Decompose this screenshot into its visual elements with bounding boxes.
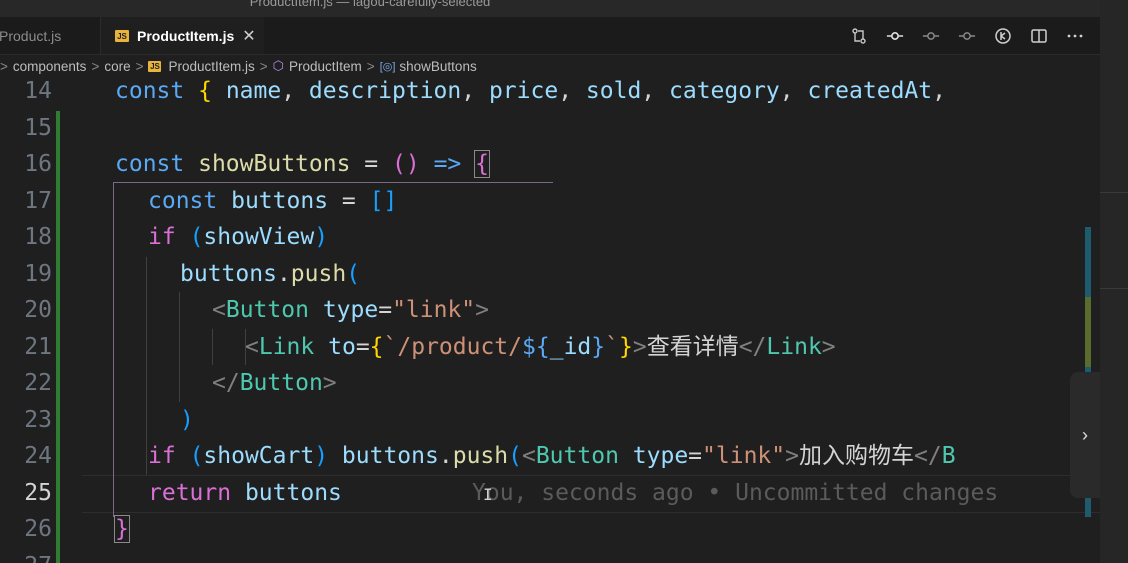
tab-bar: Product.js JS ProductItem.js ✕: [0, 17, 1100, 55]
js-file-icon: JS: [148, 60, 162, 72]
line-number: 22: [24, 370, 52, 396]
title-bar: ProductItem.js — lagou-carefully-selecte…: [0, 0, 1100, 17]
tab-product-js[interactable]: Product.js: [0, 17, 101, 54]
code-line: 27: [0, 548, 1100, 563]
code-text: const { name, description, price, sold, …: [115, 78, 946, 104]
tab-productitem-js[interactable]: JS ProductItem.js ✕: [101, 17, 264, 54]
code-line: 21 <Link to={`/product/${_id}`}>查看详情</Li…: [0, 329, 1100, 366]
window-title: ProductItem.js — lagou-carefully-selecte…: [249, 0, 491, 9]
code-line: 22 </Button>: [0, 365, 1100, 402]
expand-panel-button[interactable]: ›: [1070, 372, 1100, 498]
line-number: 19: [24, 260, 52, 287]
breadcrumb-item-method[interactable]: showButtons: [399, 59, 476, 74]
method-icon: [◎]: [379, 60, 396, 73]
code-text: const showButtons = () => {: [115, 150, 490, 178]
breadcrumb-separator: >: [91, 58, 100, 74]
breadcrumb-separator: >: [135, 58, 144, 74]
code-text: if (showView): [148, 224, 329, 250]
git-commit-icon[interactable]: [886, 27, 904, 45]
code-text: ): [180, 406, 194, 433]
code-text: if (showCart) buttons.push(<Button type=…: [148, 443, 956, 469]
breadcrumb-separator: >: [259, 58, 268, 74]
code-line: 26 }: [0, 511, 1100, 548]
code-text: const buttons = []: [148, 187, 398, 214]
code-line: 14 const { name, description, price, sol…: [0, 77, 1100, 110]
open-timeline-icon[interactable]: [994, 27, 1012, 45]
git-blame-annotation: You, seconds ago • Uncommitted changes: [472, 479, 999, 506]
adjacent-panel-strip: [1100, 0, 1128, 563]
breadcrumb-item-components[interactable]: components: [13, 59, 87, 74]
code-text: <Button type="link">: [212, 297, 490, 323]
code-editor[interactable]: 14 const { name, description, price, sol…: [0, 77, 1100, 563]
code-line: 20 <Button type="link">: [0, 292, 1100, 329]
code-text: return buttons: [148, 479, 342, 506]
line-number-current: 25: [24, 479, 52, 506]
breadcrumb: > components > core > JS ProductItem.js …: [0, 55, 1100, 77]
editor-window: ProductItem.js — lagou-carefully-selecte…: [0, 0, 1100, 563]
js-file-icon: JS: [115, 29, 129, 42]
code-text: }: [114, 515, 130, 543]
line-number: 24: [24, 443, 52, 469]
breadcrumb-item-file[interactable]: ProductItem.js: [168, 59, 254, 74]
breadcrumb-item-core[interactable]: core: [104, 59, 130, 74]
line-number: 16: [24, 151, 52, 177]
split-editor-icon[interactable]: [1030, 27, 1048, 45]
previous-change-icon[interactable]: [922, 27, 940, 45]
code-text: </Button>: [212, 370, 337, 396]
line-number: 15: [24, 114, 52, 141]
line-number: 14: [24, 78, 52, 104]
code-line: 18 if (showView): [0, 219, 1100, 256]
more-actions-icon[interactable]: [1066, 27, 1084, 45]
tab-label: ProductItem.js: [137, 27, 235, 44]
code-line: 25 return buttons You, seconds ago • Unc…: [0, 475, 1100, 512]
line-number: 23: [24, 406, 52, 433]
component-cube-icon: ⬡: [272, 58, 285, 73]
code-text: <Link to={`/product/${_id}`}>查看详情</Link>: [245, 333, 836, 360]
breadcrumb-item-component[interactable]: ProductItem: [289, 59, 362, 74]
chevron-right-icon: ›: [1082, 424, 1088, 445]
code-line: 23 ): [0, 402, 1100, 439]
code-line: 17 const buttons = []: [0, 183, 1100, 220]
mouse-text-cursor: I: [483, 485, 493, 504]
code-line: 15: [0, 110, 1100, 147]
line-number: 18: [24, 224, 52, 250]
code-line: 24 if (showCart) buttons.push(<Button ty…: [0, 438, 1100, 475]
code-line: 16 const showButtons = () => {: [0, 146, 1100, 183]
line-number: 17: [24, 187, 52, 214]
code-text: buttons.push(: [180, 260, 361, 287]
scrollbar-marker: [1085, 297, 1091, 367]
line-number: 26: [24, 516, 52, 542]
line-number: 27: [0, 548, 52, 563]
tab-label: Product.js: [0, 27, 62, 44]
close-icon[interactable]: ✕: [242, 26, 255, 46]
code-line: 19 buttons.push(: [0, 256, 1100, 293]
editor-actions: [850, 17, 1084, 54]
breadcrumb-separator: >: [0, 58, 8, 74]
compare-changes-icon[interactable]: [850, 27, 868, 45]
line-number: 20: [24, 297, 52, 323]
next-change-icon[interactable]: [958, 27, 976, 45]
line-number: 21: [24, 333, 52, 360]
breadcrumb-separator: >: [366, 58, 375, 74]
